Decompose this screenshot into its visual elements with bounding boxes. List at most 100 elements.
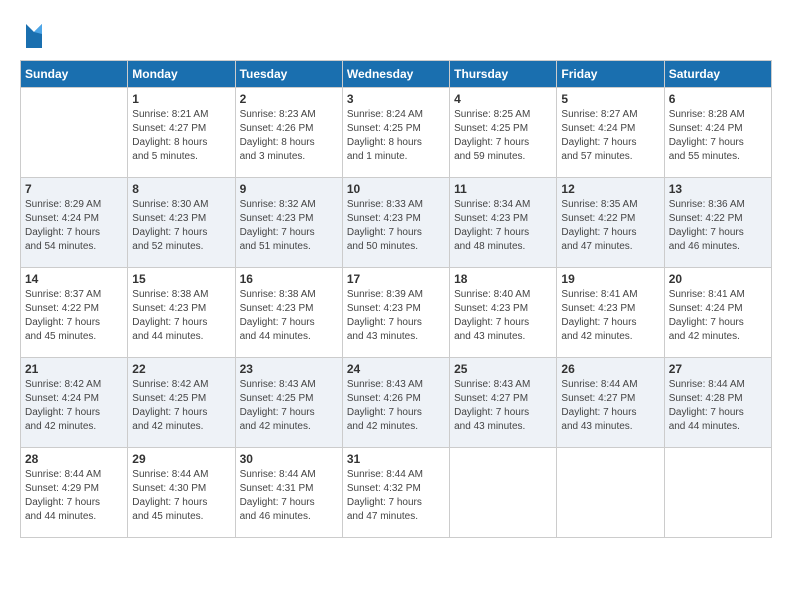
day-number: 14 [25, 272, 123, 286]
calendar-week-row: 14 Sunrise: 8:37 AM Sunset: 4:22 PM Dayli… [21, 268, 772, 358]
day-number: 29 [132, 452, 230, 466]
day-number: 12 [561, 182, 659, 196]
calendar-cell: 10 Sunrise: 8:33 AM Sunset: 4:23 PM Dayli… [342, 178, 449, 268]
day-number: 9 [240, 182, 338, 196]
day-number: 8 [132, 182, 230, 196]
calendar-cell: 26 Sunrise: 8:44 AM Sunset: 4:27 PM Dayli… [557, 358, 664, 448]
weekday-header: Sunday [21, 61, 128, 88]
weekday-header: Tuesday [235, 61, 342, 88]
cell-info: Sunrise: 8:21 AM Sunset: 4:27 PM Dayligh… [132, 108, 230, 164]
page-header [20, 20, 772, 50]
day-number: 20 [669, 272, 767, 286]
calendar-cell: 2Sunrise: 8:23 AM Sunset: 4:26 PM Daylig… [235, 88, 342, 178]
cell-info: Sunrise: 8:29 AM Sunset: 4:24 PM Dayligh… [25, 198, 123, 254]
day-number: 11 [454, 182, 552, 196]
calendar-cell [21, 88, 128, 178]
day-number: 31 [347, 452, 445, 466]
day-number: 24 [347, 362, 445, 376]
weekday-header: Thursday [450, 61, 557, 88]
calendar-week-row: 1 Sunrise: 8:21 AM Sunset: 4:27 PM Daylig… [21, 88, 772, 178]
cell-info: Sunrise: 8:27 AM Sunset: 4:24 PM Dayligh… [561, 108, 659, 164]
day-number: 6 [669, 92, 767, 106]
day-number: 25 [454, 362, 552, 376]
calendar-cell: 27 Sunrise: 8:44 AM Sunset: 4:28 PM Dayli… [664, 358, 771, 448]
cell-info: Sunrise: 8:43 AM Sunset: 4:26 PM Dayligh… [347, 378, 445, 434]
cell-info: Sunrise: 8:42 AM Sunset: 4:25 PM Dayligh… [132, 378, 230, 434]
cell-info: Sunrise: 8:24 AM Sunset: 4:25 PM Dayligh… [347, 108, 445, 164]
day-number: 19 [561, 272, 659, 286]
day-number: 16 [240, 272, 338, 286]
calendar-cell: 17 Sunrise: 8:39 AM Sunset: 4:23 PM Dayli… [342, 268, 449, 358]
cell-info: Sunrise: 8:44 AM Sunset: 4:28 PM Dayligh… [669, 378, 767, 434]
day-number: 5 [561, 92, 659, 106]
cell-info: Sunrise: 8:42 AM Sunset: 4:24 PM Dayligh… [25, 378, 123, 434]
cell-info: Sunrise: 8:33 AM Sunset: 4:23 PM Dayligh… [347, 198, 445, 254]
calendar-cell: 23 Sunrise: 8:43 AM Sunset: 4:25 PM Dayli… [235, 358, 342, 448]
calendar-cell: 6Sunrise: 8:28 AM Sunset: 4:24 PM Daylig… [664, 88, 771, 178]
cell-info: Sunrise: 8:36 AM Sunset: 4:22 PM Dayligh… [669, 198, 767, 254]
calendar-cell: 7 Sunrise: 8:29 AM Sunset: 4:24 PM Daylig… [21, 178, 128, 268]
cell-info: Sunrise: 8:41 AM Sunset: 4:24 PM Dayligh… [669, 288, 767, 344]
day-number: 3 [347, 92, 445, 106]
cell-info: Sunrise: 8:43 AM Sunset: 4:25 PM Dayligh… [240, 378, 338, 434]
logo [20, 20, 46, 50]
calendar-cell: 20 Sunrise: 8:41 AM Sunset: 4:24 PM Dayli… [664, 268, 771, 358]
calendar-cell [450, 448, 557, 538]
day-number: 17 [347, 272, 445, 286]
calendar-cell: 8 Sunrise: 8:30 AM Sunset: 4:23 PM Daylig… [128, 178, 235, 268]
calendar-cell: 16 Sunrise: 8:38 AM Sunset: 4:23 PM Dayli… [235, 268, 342, 358]
day-number: 21 [25, 362, 123, 376]
calendar-cell: 28 Sunrise: 8:44 AM Sunset: 4:29 PM Dayli… [21, 448, 128, 538]
cell-info: Sunrise: 8:30 AM Sunset: 4:23 PM Dayligh… [132, 198, 230, 254]
day-number: 13 [669, 182, 767, 196]
calendar-cell: 13 Sunrise: 8:36 AM Sunset: 4:22 PM Dayli… [664, 178, 771, 268]
calendar-cell: 22 Sunrise: 8:42 AM Sunset: 4:25 PM Dayli… [128, 358, 235, 448]
cell-info: Sunrise: 8:37 AM Sunset: 4:22 PM Dayligh… [25, 288, 123, 344]
day-number: 18 [454, 272, 552, 286]
calendar-week-row: 28 Sunrise: 8:44 AM Sunset: 4:29 PM Dayli… [21, 448, 772, 538]
cell-info: Sunrise: 8:32 AM Sunset: 4:23 PM Dayligh… [240, 198, 338, 254]
calendar-cell: 21 Sunrise: 8:42 AM Sunset: 4:24 PM Dayli… [21, 358, 128, 448]
calendar-cell: 11Sunrise: 8:34 AM Sunset: 4:23 PM Dayli… [450, 178, 557, 268]
logo-icon [22, 20, 46, 50]
calendar-table: SundayMondayTuesdayWednesdayThursdayFrid… [20, 60, 772, 538]
calendar-cell: 12 Sunrise: 8:35 AM Sunset: 4:22 PM Dayli… [557, 178, 664, 268]
day-number: 23 [240, 362, 338, 376]
weekday-header: Wednesday [342, 61, 449, 88]
day-number: 7 [25, 182, 123, 196]
cell-info: Sunrise: 8:35 AM Sunset: 4:22 PM Dayligh… [561, 198, 659, 254]
cell-info: Sunrise: 8:40 AM Sunset: 4:23 PM Dayligh… [454, 288, 552, 344]
weekday-header: Monday [128, 61, 235, 88]
day-number: 2 [240, 92, 338, 106]
calendar-cell: 19 Sunrise: 8:41 AM Sunset: 4:23 PM Dayli… [557, 268, 664, 358]
day-number: 26 [561, 362, 659, 376]
calendar-cell: 4 Sunrise: 8:25 AM Sunset: 4:25 PM Daylig… [450, 88, 557, 178]
cell-info: Sunrise: 8:44 AM Sunset: 4:31 PM Dayligh… [240, 468, 338, 524]
day-number: 1 [132, 92, 230, 106]
calendar-cell [664, 448, 771, 538]
cell-info: Sunrise: 8:44 AM Sunset: 4:27 PM Dayligh… [561, 378, 659, 434]
calendar-cell: 14 Sunrise: 8:37 AM Sunset: 4:22 PM Dayli… [21, 268, 128, 358]
calendar-cell: 3 Sunrise: 8:24 AM Sunset: 4:25 PM Daylig… [342, 88, 449, 178]
weekday-header: Saturday [664, 61, 771, 88]
calendar-cell: 15 Sunrise: 8:38 AM Sunset: 4:23 PM Dayli… [128, 268, 235, 358]
cell-info: Sunrise: 8:39 AM Sunset: 4:23 PM Dayligh… [347, 288, 445, 344]
calendar-cell: 24 Sunrise: 8:43 AM Sunset: 4:26 PM Dayli… [342, 358, 449, 448]
cell-info: Sunrise: 8:44 AM Sunset: 4:32 PM Dayligh… [347, 468, 445, 524]
cell-info: Sunrise: 8:25 AM Sunset: 4:25 PM Dayligh… [454, 108, 552, 164]
day-number: 22 [132, 362, 230, 376]
calendar-cell: 9 Sunrise: 8:32 AM Sunset: 4:23 PM Daylig… [235, 178, 342, 268]
day-number: 27 [669, 362, 767, 376]
day-number: 4 [454, 92, 552, 106]
day-number: 10 [347, 182, 445, 196]
calendar-week-row: 7 Sunrise: 8:29 AM Sunset: 4:24 PM Daylig… [21, 178, 772, 268]
day-number: 28 [25, 452, 123, 466]
calendar-cell [557, 448, 664, 538]
day-number: 30 [240, 452, 338, 466]
day-number: 15 [132, 272, 230, 286]
cell-info: Sunrise: 8:41 AM Sunset: 4:23 PM Dayligh… [561, 288, 659, 344]
cell-info: Sunrise: 8:44 AM Sunset: 4:29 PM Dayligh… [25, 468, 123, 524]
cell-info: Sunrise: 8:38 AM Sunset: 4:23 PM Dayligh… [240, 288, 338, 344]
cell-info: Sunrise: 8:38 AM Sunset: 4:23 PM Dayligh… [132, 288, 230, 344]
calendar-cell: 30 Sunrise: 8:44 AM Sunset: 4:31 PM Dayli… [235, 448, 342, 538]
